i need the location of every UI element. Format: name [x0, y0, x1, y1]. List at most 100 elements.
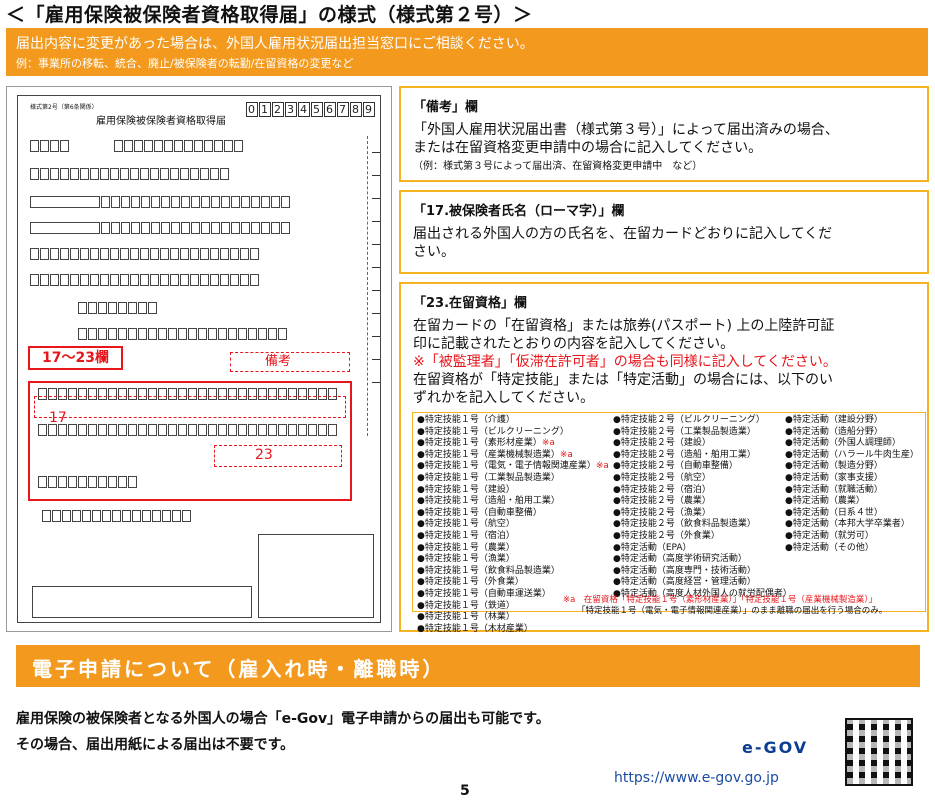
number-code-digit: 9 — [363, 102, 375, 117]
name-romaji-explanation: 「17.被保険者氏名（ローマ字）」欄 届出される外国人の方の氏名を、在留カードど… — [399, 190, 929, 274]
qr-code-icon[interactable] — [845, 718, 913, 786]
visa-list-item: ●特定技能１号（建設） — [417, 484, 515, 495]
number-code-digit: 1 — [259, 102, 271, 117]
form-sheet: 様式第2号（第6条関係） 雇用保険被保険者資格取得届 0123456789 17… — [17, 95, 381, 623]
visa-list-item: ●特定技能１号（造船・舶用工業） — [417, 496, 560, 507]
visa-list-item: ●特定活動（造船分野） — [785, 426, 883, 437]
visa-list-item: ●特定活動（日系４世） — [785, 507, 883, 518]
cells-row — [78, 328, 287, 340]
form-illustration: 様式第2号（第6条関係） 雇用保険被保険者資格取得届 0123456789 17… — [6, 86, 392, 632]
number-code-digit: 5 — [311, 102, 323, 117]
visa-list-item: ●特定技能１号（自動車整備） — [417, 507, 542, 518]
cells-row — [30, 140, 69, 152]
visa-list-item: ●特定技能１号（農業） — [417, 542, 515, 553]
visa-list-item: ●特定技能２号（農業） — [613, 496, 711, 507]
visa-list-item: ●特定技能２号（ビルクリーニング） — [613, 415, 765, 425]
number-code-digit: 6 — [324, 102, 336, 117]
cells-row — [38, 476, 137, 488]
status-line5: ずれかを記入してください。 — [413, 390, 595, 406]
visa-list-item: ●特定活動（ハラール牛肉生産） — [785, 449, 919, 460]
status-line4: 在留資格が「特定技能」または「特定活動」の場合には、以下のい — [413, 372, 833, 388]
visa-list-item: ●特定活動（その他） — [785, 542, 874, 553]
page-title: ＜「雇用保険被保険者資格取得届」の様式（様式第２号）＞ — [6, 4, 533, 26]
footnote-mark: ※a — [559, 449, 573, 460]
cells-row — [30, 248, 259, 260]
visa-list-item: ●特定技能２号（宿泊） — [613, 484, 711, 495]
visa-list-item: ●特定技能２号（飲食料品製造業） — [613, 519, 756, 530]
visa-list-item: ●特定技能２号（航空） — [613, 472, 711, 483]
visa-footnote: ※a 在留資格「特定技能１号（素形材産業）」「特定技能１号（産業機械製造業）」 … — [563, 595, 923, 617]
status-line3-warning: ※「被監理者」「仮滞在許可者」の場合も同様に記入してください。 — [413, 354, 837, 370]
visa-list-item: ●特定活動（高度経営・管理活動） — [613, 577, 756, 588]
number-code-digit: 0 — [246, 102, 258, 117]
form-small-header: 様式第2号（第6条関係） — [30, 104, 98, 111]
number-code-digit: 2 — [272, 102, 284, 117]
visa-col3: ●特定活動（建設分野） ●特定活動（造船分野） ●特定活動（外国人調理師） ●特定活動… — [785, 415, 919, 554]
cells-row — [30, 222, 290, 234]
form-approval-box — [32, 586, 252, 618]
cells-row — [42, 510, 191, 522]
number-code-digit: 4 — [298, 102, 310, 117]
form-stamp-box — [258, 534, 374, 618]
visa-list-item: ●特定活動（農業） — [785, 496, 865, 507]
footnote-mark: ※a — [541, 438, 555, 449]
banner-line1: 届出内容に変更があった場合は、外国人雇用状況届出担当窓口にご相談ください。 — [16, 36, 534, 52]
visa-list-item: ●特定技能１号（介護） — [417, 415, 515, 425]
visa-list-item: ●特定技能２号（工業製品製造業） — [613, 426, 756, 437]
visa-list-item: ●特定活動（本邦大学卒業者） — [785, 519, 910, 530]
e-gov-info-line2: その場合、届出用紙による届出は不要です。 — [16, 737, 295, 753]
visa-list-item: ●特定技能１号（ビルクリーニング） — [417, 426, 569, 437]
visa-list-item: ●特定技能１号（木材産業） — [417, 623, 533, 634]
biko-explanation: 「備考」欄 「外国人雇用状況届出書（様式第３号）」によって届出済みの場合、 また… — [399, 86, 929, 182]
visa-list-item: ●特定技能１号（宿泊） — [417, 530, 515, 541]
visa-list-item: ●特定活動（EPA） — [613, 542, 692, 553]
name-heading: 「17.被保険者氏名（ローマ字）」欄 — [413, 204, 625, 219]
visa-list-item: ●特定技能１号（飲食料品製造業） — [417, 565, 560, 576]
form-number-code: 0123456789 — [246, 102, 376, 117]
visa-list-item: ●特定活動（就労可） — [785, 530, 874, 541]
visa-list-item: ●特定技能２号（造船・舶用工業） — [613, 449, 756, 460]
visa-list-item: ●特定活動（製造分野） — [785, 461, 883, 472]
visa-list-item: ●特定技能１号（産業機械製造業）※a — [417, 449, 573, 460]
visa-list-item: ●特定技能１号（外食業） — [417, 577, 524, 588]
biko-heading: 「備考」欄 — [413, 100, 479, 115]
visa-list-item: ●特定技能２号（漁業） — [613, 507, 711, 518]
name-line1: 届出される外国人の方の氏名を、在留カードどおりに記入してくだ — [413, 226, 833, 242]
callout-17: 17 — [34, 396, 346, 426]
e-application-heading: 電子申請について（雇入れ時・離職時） — [16, 645, 920, 687]
callout-17-23: 17～23欄 — [28, 346, 123, 370]
callout-23: 23 — [214, 445, 342, 467]
page: ＜「雇用保険被保険者資格取得届」の様式（様式第２号）＞ 届出内容に変更があった場… — [0, 0, 935, 805]
cells-row — [114, 140, 243, 152]
cells-row — [30, 196, 290, 208]
e-gov-url-link[interactable]: https://www.e-gov.go.jp — [614, 770, 779, 786]
footnote-mark: ※a — [595, 461, 609, 472]
number-code-digit: 7 — [337, 102, 349, 117]
callout-biko: 備考 — [230, 352, 350, 372]
visa-list-item: ●特定活動（高度学術研究活動） — [613, 554, 747, 565]
visa-list-item: ●特定技能１号（漁業） — [417, 554, 515, 565]
status-heading: 「23.在留資格」欄 — [413, 296, 528, 311]
name-line2: さい。 — [413, 244, 455, 260]
e-gov-info-line1: 雇用保険の被保険者となる外国人の場合「e-Gov」電子申請からの届出も可能です。 — [16, 711, 550, 727]
page-number: 5 — [460, 783, 470, 799]
visa-list-item: ●特定活動（外国人調理師） — [785, 438, 901, 449]
cells-row — [38, 424, 337, 436]
e-gov-logo: e-GOV — [742, 738, 809, 757]
visa-list-item: ●特定技能１号（航空） — [417, 519, 515, 530]
biko-line2: または在留資格変更申請中の場合に記入してください。 — [413, 140, 763, 156]
visa-list-item: ●特定技能２号（外食業） — [613, 530, 720, 541]
banner-line2: 例：事業所の移転、統合、廃止/被保険者の転勤/在留資格の変更など — [16, 57, 354, 70]
status-line1: 在留カードの「在留資格」または旅券(パスポート) 上の上陸許可証 — [413, 318, 835, 334]
visa-list-item: ●特定技能２号（自動車整備） — [613, 461, 738, 472]
cells-row — [30, 274, 259, 286]
visa-list-item: ●特定活動（家事支援） — [785, 472, 883, 483]
notice-banner: 届出内容に変更があった場合は、外国人雇用状況届出担当窓口にご相談ください。 例：… — [6, 28, 928, 76]
biko-line1: 「外国人雇用状況届出書（様式第３号）」によって届出済みの場合、 — [413, 122, 839, 138]
visa-list-item: ●特定技能１号（素形材産業）※a — [417, 438, 555, 449]
footnote-line1: ※a 在留資格「特定技能１号（素形材産業）」「特定技能１号（産業機械製造業）」 — [563, 595, 878, 605]
visa-list-item: ●特定技能１号（電気・電子情報関連産業）※a — [417, 461, 609, 472]
form-title: 雇用保険被保険者資格取得届 — [96, 116, 226, 127]
number-code-digit: 3 — [285, 102, 297, 117]
visa-list-item: ●特定活動（就職活動） — [785, 484, 883, 495]
